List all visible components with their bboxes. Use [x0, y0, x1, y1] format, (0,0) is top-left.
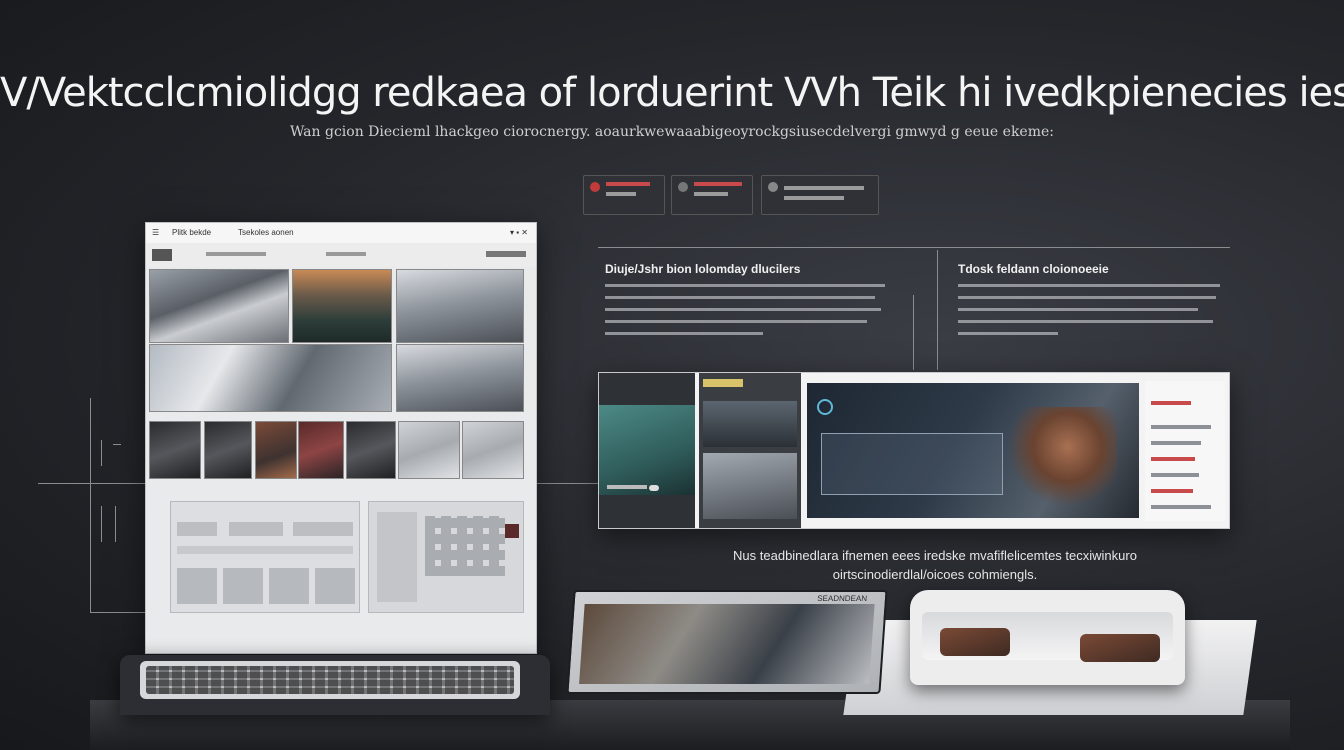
tablet-label: SEADNDEAN — [816, 594, 868, 603]
scanner-device — [910, 590, 1185, 685]
tablet-screen[interactable] — [579, 604, 875, 684]
gallery-image[interactable] — [396, 344, 524, 412]
toolbar-icon[interactable] — [152, 249, 172, 261]
gallery-image[interactable] — [292, 269, 392, 343]
thumbnail[interactable] — [149, 421, 201, 479]
gallery-image[interactable] — [149, 344, 392, 412]
thumbnail[interactable] — [346, 421, 396, 479]
artifact-object — [1080, 634, 1160, 662]
thumbnail[interactable] — [398, 421, 460, 479]
window-menu-icon[interactable]: ☰ — [152, 228, 159, 237]
section-left-heading: Diuje/Jshr bion lolomday dlucilers — [605, 262, 801, 276]
thumbnail[interactable] — [255, 421, 297, 479]
caption-note: Nus teadbinedlara ifnemen eees iredske m… — [700, 546, 1170, 584]
window-title: Plitk bekde — [172, 228, 212, 237]
divider-vert-left — [90, 398, 91, 613]
toolbar-label: Tsekoles aonen — [238, 228, 294, 237]
laptop-base — [120, 655, 550, 715]
media-icon — [678, 182, 688, 192]
chip-3[interactable] — [761, 175, 879, 215]
divider-left-bottom — [90, 612, 145, 613]
info-card — [170, 501, 360, 613]
app-panel — [598, 372, 1230, 529]
page-title: V/Vektcclcmiolidgg redkaea of lorduerint… — [0, 70, 1344, 116]
artifact-object — [940, 628, 1010, 656]
panel-details — [1145, 381, 1225, 521]
thumbnail[interactable] — [298, 421, 344, 479]
side-marker-icon — [101, 506, 125, 546]
page-subtitle: Wan gcion Diecieml lhackgeo ciorocnergy.… — [290, 124, 1054, 140]
panel-list — [699, 373, 801, 528]
panel-sidebar — [599, 373, 695, 528]
divider-top — [598, 247, 1230, 248]
thumbnail[interactable] — [462, 421, 524, 479]
chip-1[interactable] — [583, 175, 665, 215]
section-left: Diuje/Jshr bion lolomday dlucilers — [605, 262, 890, 344]
side-marker-icon — [101, 440, 125, 470]
gallery-image[interactable] — [396, 269, 524, 343]
keyboard[interactable] — [140, 661, 520, 699]
caption-line-2: oirtscinodierdlal/oicoes cohmiengls. — [832, 567, 1038, 582]
settings-icon — [768, 182, 778, 192]
divider-mid — [913, 295, 914, 370]
caption-line-1: Nus teadbinedlara ifnemen eees iredske m… — [733, 548, 1137, 563]
divider-mid-2 — [937, 250, 938, 370]
panel-viewer[interactable] — [807, 383, 1139, 518]
settings-card — [368, 501, 524, 613]
toggle-switch[interactable] — [649, 485, 659, 491]
record-icon — [590, 182, 600, 192]
section-right: Tdosk feldann cloionoeeie — [958, 262, 1223, 344]
monitor-toolbar — [146, 243, 536, 267]
monitor-title-bar: ☰ Plitk bekde Tsekoles aonen ▾ ▪ ✕ — [146, 223, 536, 244]
section-right-heading: Tdosk feldann cloionoeeie — [958, 262, 1109, 276]
left-monitor: ☰ Plitk bekde Tsekoles aonen ▾ ▪ ✕ — [145, 222, 537, 654]
window-controls-icon[interactable]: ▾ ▪ ✕ — [510, 228, 528, 237]
target-icon — [817, 399, 833, 415]
thumbnail[interactable] — [204, 421, 252, 479]
gallery-image[interactable] — [149, 269, 289, 343]
tablet-device: SEADNDEAN — [566, 590, 888, 694]
chip-2[interactable] — [671, 175, 753, 215]
